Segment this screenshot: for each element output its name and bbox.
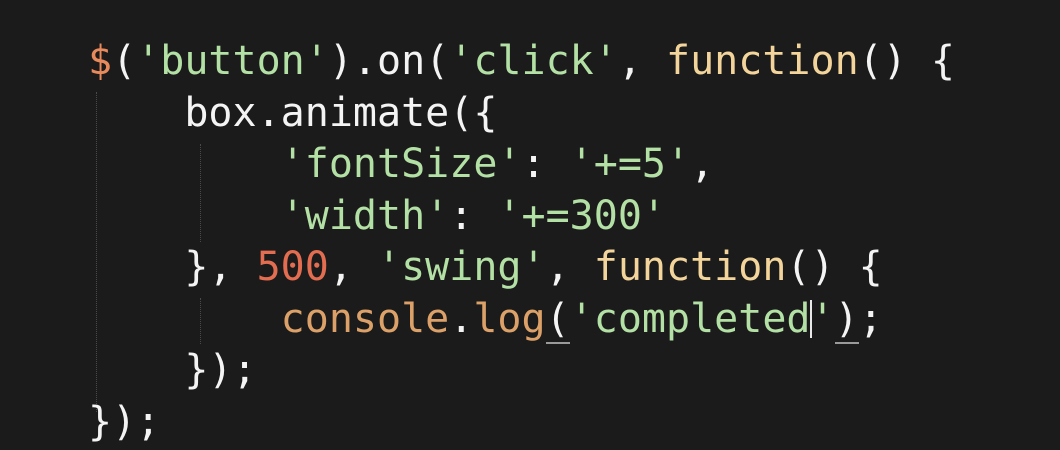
code-token: $ <box>88 38 113 84</box>
code-token: () { <box>786 244 883 290</box>
code-token: ( <box>112 38 137 84</box>
code-token: ).on( <box>328 38 450 84</box>
code-line: }); <box>88 345 955 397</box>
code-token: log <box>473 295 546 342</box>
code-token: 'swing' <box>377 244 546 290</box>
code-token: ) <box>834 295 859 344</box>
code-token: ; <box>858 295 883 342</box>
code-area[interactable]: $('button').on('click', function() { box… <box>88 36 955 448</box>
code-token: 'button' <box>136 38 329 84</box>
code-token: 500 <box>256 244 329 290</box>
code-token: function <box>593 244 787 290</box>
code-token: }, <box>88 244 257 290</box>
code-token: '+=5' <box>569 141 691 187</box>
code-token: 'click' <box>449 38 618 84</box>
code-token: , <box>617 38 667 84</box>
code-token: }); <box>88 347 257 393</box>
code-token: : <box>521 141 570 187</box>
code-token: 'completed <box>569 295 811 342</box>
code-line: console.log('completed'); <box>88 294 955 346</box>
code-token: 'width' <box>280 192 450 239</box>
code-token: console <box>280 295 450 342</box>
code-token: '+=300' <box>497 192 666 239</box>
code-editor[interactable]: $('button').on('click', function() { box… <box>0 0 1060 450</box>
code-line: 'width': '+=300' <box>88 191 955 243</box>
code-token: , <box>690 141 715 187</box>
code-token: 'fontSize' <box>280 141 522 187</box>
code-token: , <box>545 244 594 290</box>
code-token: : <box>449 192 498 239</box>
code-token: ' <box>810 295 835 342</box>
code-token: . <box>449 295 474 342</box>
code-line: }, 500, 'swing', function() { <box>88 242 955 294</box>
code-token: }); <box>88 398 161 445</box>
code-token: box.animate({ <box>88 89 498 136</box>
code-line: box.animate({ <box>88 88 955 140</box>
code-token: ( <box>545 295 570 344</box>
code-token: , <box>328 244 377 290</box>
code-line: 'fontSize': '+=5', <box>88 139 955 191</box>
code-token: function <box>666 38 859 84</box>
code-line: $('button').on('click', function() { <box>88 36 955 88</box>
code-token: () { <box>858 38 955 84</box>
code-line: }); <box>88 397 955 449</box>
